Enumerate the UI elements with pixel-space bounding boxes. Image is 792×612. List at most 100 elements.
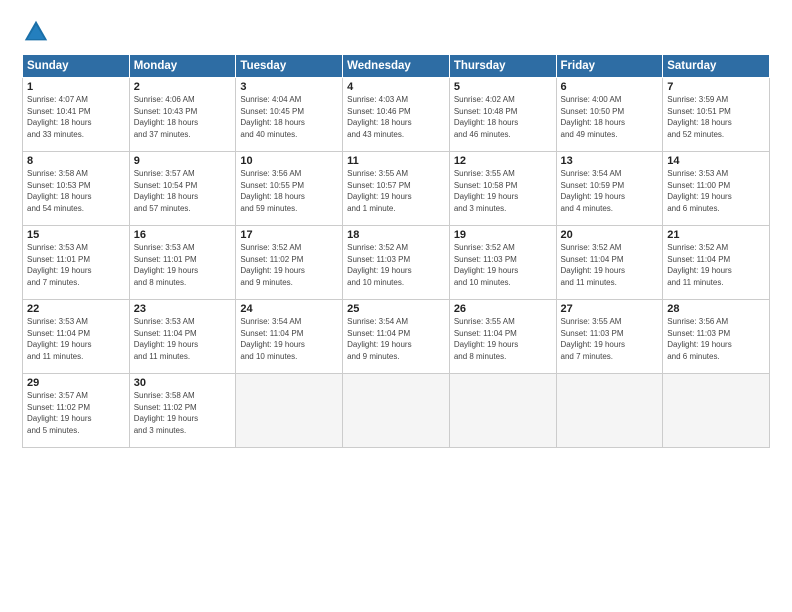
day-number: 21 [667, 229, 765, 241]
calendar-cell: 13Sunrise: 3:54 AM Sunset: 10:59 PM Dayl… [556, 152, 663, 226]
col-header-thursday: Thursday [449, 55, 556, 78]
calendar-cell: 5Sunrise: 4:02 AM Sunset: 10:48 PM Dayli… [449, 78, 556, 152]
day-info: Sunrise: 4:06 AM Sunset: 10:43 PM Daylig… [134, 94, 232, 140]
calendar-cell: 6Sunrise: 4:00 AM Sunset: 10:50 PM Dayli… [556, 78, 663, 152]
col-header-monday: Monday [129, 55, 236, 78]
day-info: Sunrise: 3:55 AM Sunset: 10:58 PM Daylig… [454, 168, 552, 214]
day-number: 29 [27, 377, 125, 389]
day-info: Sunrise: 3:53 AM Sunset: 11:01 PM Daylig… [27, 242, 125, 288]
week-row-1: 8Sunrise: 3:58 AM Sunset: 10:53 PM Dayli… [23, 152, 770, 226]
day-info: Sunrise: 3:56 AM Sunset: 10:55 PM Daylig… [240, 168, 338, 214]
calendar-cell: 12Sunrise: 3:55 AM Sunset: 10:58 PM Dayl… [449, 152, 556, 226]
week-row-4: 29Sunrise: 3:57 AM Sunset: 11:02 PM Dayl… [23, 374, 770, 448]
col-header-saturday: Saturday [663, 55, 770, 78]
calendar-cell: 10Sunrise: 3:56 AM Sunset: 10:55 PM Dayl… [236, 152, 343, 226]
day-number: 8 [27, 155, 125, 167]
calendar-cell: 30Sunrise: 3:58 AM Sunset: 11:02 PM Dayl… [129, 374, 236, 448]
header-row: SundayMondayTuesdayWednesdayThursdayFrid… [23, 55, 770, 78]
day-info: Sunrise: 3:57 AM Sunset: 11:02 PM Daylig… [27, 390, 125, 436]
calendar-cell: 17Sunrise: 3:52 AM Sunset: 11:02 PM Dayl… [236, 226, 343, 300]
calendar-cell: 15Sunrise: 3:53 AM Sunset: 11:01 PM Dayl… [23, 226, 130, 300]
calendar-cell [449, 374, 556, 448]
day-info: Sunrise: 3:53 AM Sunset: 11:04 PM Daylig… [27, 316, 125, 362]
day-number: 4 [347, 81, 445, 93]
day-info: Sunrise: 3:58 AM Sunset: 10:53 PM Daylig… [27, 168, 125, 214]
day-info: Sunrise: 3:52 AM Sunset: 11:02 PM Daylig… [240, 242, 338, 288]
day-number: 3 [240, 81, 338, 93]
day-info: Sunrise: 3:52 AM Sunset: 11:04 PM Daylig… [667, 242, 765, 288]
day-number: 22 [27, 303, 125, 315]
day-number: 26 [454, 303, 552, 315]
day-info: Sunrise: 3:54 AM Sunset: 11:04 PM Daylig… [347, 316, 445, 362]
day-info: Sunrise: 3:56 AM Sunset: 11:03 PM Daylig… [667, 316, 765, 362]
day-number: 2 [134, 81, 232, 93]
day-info: Sunrise: 3:57 AM Sunset: 10:54 PM Daylig… [134, 168, 232, 214]
calendar-cell: 9Sunrise: 3:57 AM Sunset: 10:54 PM Dayli… [129, 152, 236, 226]
day-number: 9 [134, 155, 232, 167]
day-info: Sunrise: 4:02 AM Sunset: 10:48 PM Daylig… [454, 94, 552, 140]
day-number: 16 [134, 229, 232, 241]
day-info: Sunrise: 4:07 AM Sunset: 10:41 PM Daylig… [27, 94, 125, 140]
col-header-wednesday: Wednesday [343, 55, 450, 78]
day-number: 27 [561, 303, 659, 315]
week-row-3: 22Sunrise: 3:53 AM Sunset: 11:04 PM Dayl… [23, 300, 770, 374]
calendar-cell: 20Sunrise: 3:52 AM Sunset: 11:04 PM Dayl… [556, 226, 663, 300]
day-number: 12 [454, 155, 552, 167]
calendar-cell: 22Sunrise: 3:53 AM Sunset: 11:04 PM Dayl… [23, 300, 130, 374]
day-info: Sunrise: 3:55 AM Sunset: 11:04 PM Daylig… [454, 316, 552, 362]
calendar-cell: 25Sunrise: 3:54 AM Sunset: 11:04 PM Dayl… [343, 300, 450, 374]
calendar-cell: 8Sunrise: 3:58 AM Sunset: 10:53 PM Dayli… [23, 152, 130, 226]
calendar-cell: 11Sunrise: 3:55 AM Sunset: 10:57 PM Dayl… [343, 152, 450, 226]
day-number: 10 [240, 155, 338, 167]
day-info: Sunrise: 3:59 AM Sunset: 10:51 PM Daylig… [667, 94, 765, 140]
calendar-cell: 18Sunrise: 3:52 AM Sunset: 11:03 PM Dayl… [343, 226, 450, 300]
calendar-cell [556, 374, 663, 448]
day-number: 23 [134, 303, 232, 315]
calendar-cell: 1Sunrise: 4:07 AM Sunset: 10:41 PM Dayli… [23, 78, 130, 152]
calendar-cell: 16Sunrise: 3:53 AM Sunset: 11:01 PM Dayl… [129, 226, 236, 300]
day-info: Sunrise: 3:58 AM Sunset: 11:02 PM Daylig… [134, 390, 232, 436]
day-number: 28 [667, 303, 765, 315]
day-number: 25 [347, 303, 445, 315]
day-number: 18 [347, 229, 445, 241]
logo [22, 18, 54, 46]
calendar-cell: 3Sunrise: 4:04 AM Sunset: 10:45 PM Dayli… [236, 78, 343, 152]
calendar-cell: 7Sunrise: 3:59 AM Sunset: 10:51 PM Dayli… [663, 78, 770, 152]
calendar-cell [343, 374, 450, 448]
day-number: 5 [454, 81, 552, 93]
calendar-cell: 24Sunrise: 3:54 AM Sunset: 11:04 PM Dayl… [236, 300, 343, 374]
day-number: 6 [561, 81, 659, 93]
week-row-0: 1Sunrise: 4:07 AM Sunset: 10:41 PM Dayli… [23, 78, 770, 152]
day-info: Sunrise: 3:52 AM Sunset: 11:03 PM Daylig… [454, 242, 552, 288]
day-number: 24 [240, 303, 338, 315]
calendar-cell [236, 374, 343, 448]
logo-icon [22, 18, 50, 46]
day-number: 17 [240, 229, 338, 241]
calendar-cell: 14Sunrise: 3:53 AM Sunset: 11:00 PM Dayl… [663, 152, 770, 226]
day-info: Sunrise: 4:00 AM Sunset: 10:50 PM Daylig… [561, 94, 659, 140]
col-header-sunday: Sunday [23, 55, 130, 78]
day-number: 15 [27, 229, 125, 241]
calendar-cell: 27Sunrise: 3:55 AM Sunset: 11:03 PM Dayl… [556, 300, 663, 374]
day-number: 30 [134, 377, 232, 389]
day-info: Sunrise: 3:52 AM Sunset: 11:03 PM Daylig… [347, 242, 445, 288]
day-number: 1 [27, 81, 125, 93]
day-number: 19 [454, 229, 552, 241]
day-number: 11 [347, 155, 445, 167]
calendar-cell: 29Sunrise: 3:57 AM Sunset: 11:02 PM Dayl… [23, 374, 130, 448]
day-number: 14 [667, 155, 765, 167]
day-info: Sunrise: 3:55 AM Sunset: 10:57 PM Daylig… [347, 168, 445, 214]
day-number: 13 [561, 155, 659, 167]
day-number: 20 [561, 229, 659, 241]
day-number: 7 [667, 81, 765, 93]
day-info: Sunrise: 3:52 AM Sunset: 11:04 PM Daylig… [561, 242, 659, 288]
week-row-2: 15Sunrise: 3:53 AM Sunset: 11:01 PM Dayl… [23, 226, 770, 300]
day-info: Sunrise: 3:53 AM Sunset: 11:00 PM Daylig… [667, 168, 765, 214]
col-header-tuesday: Tuesday [236, 55, 343, 78]
day-info: Sunrise: 3:54 AM Sunset: 11:04 PM Daylig… [240, 316, 338, 362]
day-info: Sunrise: 3:53 AM Sunset: 11:04 PM Daylig… [134, 316, 232, 362]
day-info: Sunrise: 3:54 AM Sunset: 10:59 PM Daylig… [561, 168, 659, 214]
day-info: Sunrise: 4:04 AM Sunset: 10:45 PM Daylig… [240, 94, 338, 140]
col-header-friday: Friday [556, 55, 663, 78]
header [22, 18, 770, 46]
